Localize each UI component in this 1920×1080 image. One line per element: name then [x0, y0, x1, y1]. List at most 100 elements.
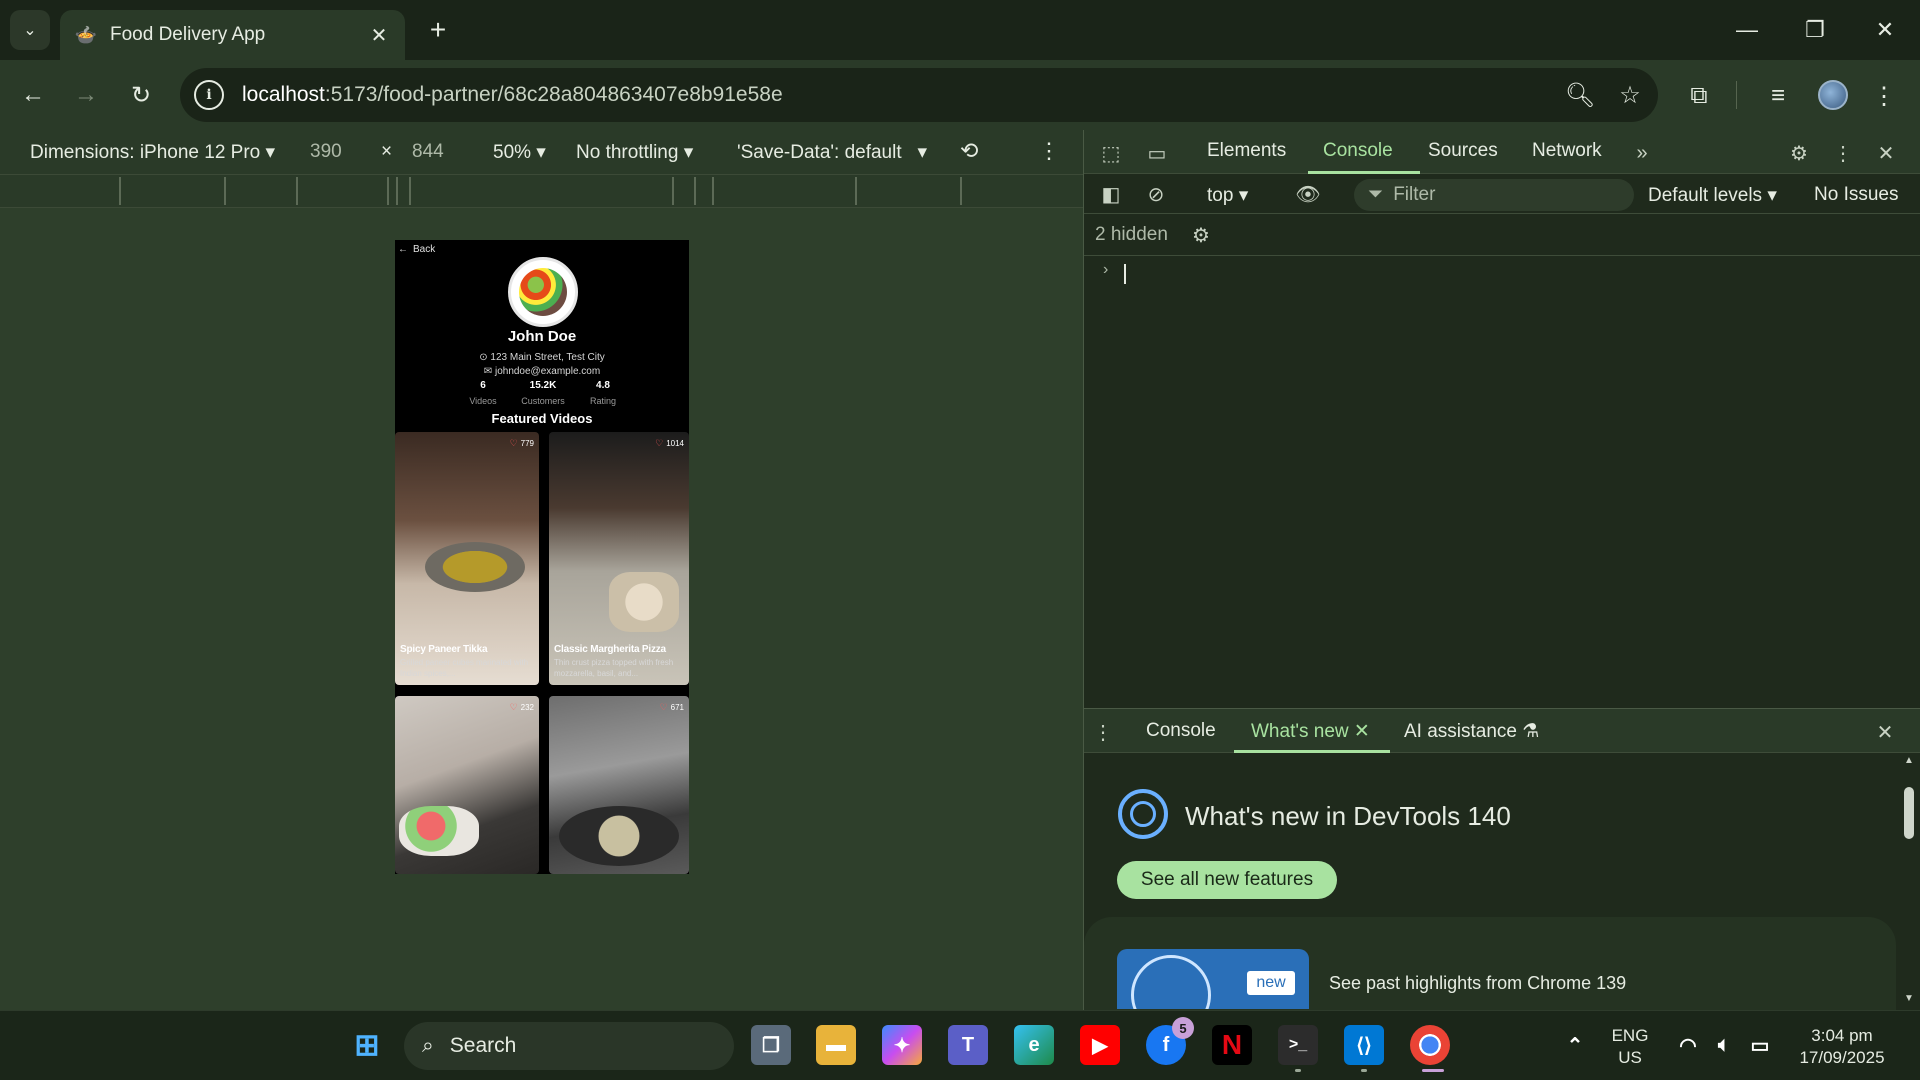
zoom-magnifier-icon[interactable]: 🔍︎ — [1558, 73, 1602, 117]
taskbar-search[interactable]: ⌕ Search — [404, 1022, 734, 1070]
close-tab-icon[interactable]: ✕ — [1354, 721, 1370, 742]
copilot-icon[interactable]: ✦ — [882, 1025, 922, 1065]
tab-close-icon[interactable]: ✕ — [365, 21, 393, 49]
active-app-indicator — [1422, 1069, 1444, 1072]
youtube-icon[interactable]: ▶ — [1080, 1025, 1120, 1065]
battery-icon[interactable]: ▭ — [1740, 1025, 1780, 1065]
edge-icon[interactable]: e — [1014, 1025, 1054, 1065]
log-levels-select[interactable]: Default levels ▾ — [1648, 184, 1777, 207]
media-query-ruler[interactable] — [0, 174, 1083, 208]
device-width-input[interactable]: 390 — [310, 141, 342, 163]
terminal-icon[interactable]: >_ — [1278, 1025, 1318, 1065]
back-arrow-icon: ← — [398, 244, 408, 255]
tab-console[interactable]: Console — [1323, 140, 1393, 162]
see-all-features-button[interactable]: See all new features — [1117, 861, 1337, 899]
close-devtools-icon[interactable]: ✕ — [1871, 138, 1901, 168]
tab-search-chevron-icon[interactable]: ⌄ — [10, 10, 50, 50]
console-prompt[interactable]: › — [1084, 256, 1920, 286]
drawer-scrollbar[interactable]: ▲ ▼ — [1899, 753, 1920, 1011]
video-card[interactable]: ♡ 232 — [395, 696, 539, 874]
tab-network[interactable]: Network — [1532, 140, 1602, 162]
ruler-tick — [387, 177, 389, 205]
scrollbar-thumb[interactable] — [1904, 787, 1914, 839]
hidden-messages-row: 2 hidden ⚙ — [1084, 214, 1920, 256]
tab-title: Food Delivery App — [110, 24, 266, 45]
task-view-icon[interactable]: ❐ — [751, 1025, 791, 1065]
address-bar[interactable]: i localhost:5173/food-partner/68c28a8048… — [180, 68, 1658, 122]
clear-console-icon[interactable]: ⊘ — [1141, 179, 1171, 209]
dal-bowl-image — [425, 542, 525, 592]
vscode-icon[interactable]: ⟨⟩ — [1344, 1025, 1384, 1065]
inspect-element-icon[interactable]: ⬚ — [1096, 138, 1126, 168]
new-tab-plus-icon[interactable]: + — [420, 12, 456, 48]
reload-icon[interactable]: ↻ — [120, 74, 162, 116]
language-indicator[interactable]: ENG US — [1605, 1025, 1655, 1069]
screen: ⌄ 🍲 Food Delivery App ✕ + — ❐ ✕ ← → ↻ i … — [0, 0, 1920, 1080]
running-indicator — [1361, 1069, 1367, 1072]
devtools-menu-icon[interactable]: ⋮ — [1828, 138, 1858, 168]
chrome-menu-icon[interactable]: ⋮ — [1862, 74, 1906, 118]
tab-elements[interactable]: Elements — [1207, 140, 1286, 162]
partner-name: John Doe — [507, 328, 577, 345]
site-info-icon[interactable]: i — [194, 80, 224, 110]
device-toolbar-menu-icon[interactable]: ⋮ — [1038, 138, 1060, 164]
ruler-tick — [396, 177, 398, 205]
url-text[interactable]: localhost:5173/food-partner/68c28a804863… — [242, 83, 1558, 107]
clock[interactable]: 3:04 pm 17/09/2025 — [1792, 1025, 1892, 1069]
scroll-down-icon[interactable]: ▼ — [1904, 993, 1914, 1004]
tab-sources[interactable]: Sources — [1428, 140, 1498, 162]
close-drawer-icon[interactable]: ✕ — [1870, 717, 1900, 747]
volume-icon[interactable]: 🔈︎ — [1704, 1025, 1744, 1065]
bookmark-star-icon[interactable]: ☆ — [1608, 73, 1652, 117]
console-filter-input[interactable]: ⏷ Filter — [1354, 179, 1634, 211]
device-toggle-icon[interactable]: ▭ — [1142, 138, 1172, 168]
drawer-tab-console[interactable]: Console — [1146, 720, 1216, 742]
facebook-icon[interactable]: f 5 — [1146, 1017, 1194, 1065]
zoom-select[interactable]: 50% ▾ — [493, 141, 546, 164]
teams-icon[interactable]: T — [948, 1025, 988, 1065]
drawer-tab-whats-new[interactable]: What's new ✕ — [1251, 720, 1370, 743]
new-badge: new — [1247, 971, 1295, 995]
console-settings-gear-icon[interactable]: ⚙ — [1186, 220, 1216, 250]
video-card[interactable]: ♡ 1014 Classic Margherita Pizza Thin crus… — [549, 432, 689, 685]
issues-counter[interactable]: No Issues — [1814, 184, 1898, 206]
back-arrow-icon[interactable]: ← — [12, 74, 54, 116]
wifi-icon[interactable]: ◠ — [1668, 1025, 1708, 1065]
close-window-icon[interactable]: ✕ — [1860, 8, 1910, 52]
wok-image — [559, 806, 679, 866]
browser-tab[interactable]: 🍲 Food Delivery App ✕ — [60, 10, 405, 60]
devtools-panel: ⬚ ▭ Elements Console Sources Network » ⚙… — [1083, 130, 1920, 1037]
tray-overflow-chevron-icon[interactable]: ⌃ — [1555, 1025, 1595, 1065]
minimize-icon[interactable]: — — [1722, 8, 1772, 52]
sidebar-toggle-icon[interactable]: ◧ — [1096, 179, 1126, 209]
device-height-input[interactable]: 844 — [412, 141, 444, 163]
netflix-icon[interactable]: N — [1212, 1025, 1252, 1065]
console-toolbar: ◧ ⊘ top ▾ 👁︎ ⏷ Filter Default levels ▾ No… — [1084, 174, 1920, 214]
restore-window-icon[interactable]: ❐ — [1790, 8, 1840, 52]
back-button[interactable]: ← Back — [398, 244, 435, 255]
drawer-tab-ai-assistance[interactable]: AI assistance ⚗ — [1404, 720, 1539, 743]
device-dimensions-select[interactable]: Dimensions: iPhone 12 Pro ▾ — [30, 141, 275, 164]
forward-arrow-icon[interactable]: → — [65, 74, 107, 116]
more-tabs-chevron-icon[interactable]: » — [1627, 138, 1657, 168]
video-card[interactable]: ♡ 779 Spicy Paneer Tikka Grilled paneer c… — [395, 432, 539, 685]
save-data-select[interactable]: 'Save-Data': default ▾ — [737, 141, 927, 164]
live-expression-eye-icon[interactable]: 👁︎ — [1293, 179, 1323, 209]
ruler-tick — [855, 177, 857, 205]
chrome-icon[interactable] — [1410, 1025, 1450, 1065]
scroll-up-icon[interactable]: ▲ — [1904, 755, 1914, 766]
flask-icon: ⚗ — [1522, 721, 1540, 742]
rotate-device-icon[interactable]: ⟲ — [960, 138, 978, 164]
drawer-menu-icon[interactable]: ⋮ — [1088, 717, 1118, 747]
past-highlights-link[interactable]: See past highlights from Chrome 139 — [1329, 973, 1626, 994]
extensions-puzzle-icon[interactable]: ⧉ — [1677, 74, 1721, 118]
settings-gear-icon[interactable]: ⚙ — [1784, 138, 1814, 168]
context-select[interactable]: top ▾ — [1207, 184, 1248, 207]
throttling-select[interactable]: No throttling ▾ — [576, 141, 693, 164]
media-controls-icon[interactable]: ≡ — [1756, 74, 1800, 118]
ruler-tick — [296, 177, 298, 205]
windows-start-icon[interactable]: ⊞ — [347, 1025, 387, 1065]
file-explorer-icon[interactable]: ▬ — [816, 1025, 856, 1065]
video-card[interactable]: ♡ 671 — [549, 696, 689, 874]
profile-avatar[interactable] — [1818, 80, 1848, 110]
